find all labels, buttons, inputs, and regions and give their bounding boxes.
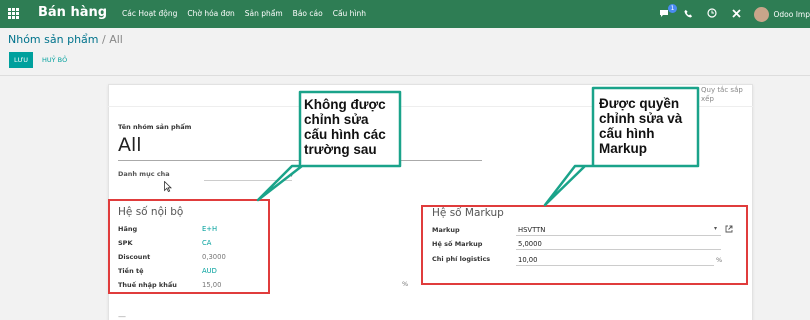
callout-right-line-1: Được quyền (599, 96, 680, 111)
callout-left-text: Không được chỉnh sửa cấu hình các trường… (304, 97, 386, 157)
callout-left-line-1: Không được (304, 97, 386, 112)
callout-left-line-3: cấu hình các (304, 127, 386, 142)
callout-right-text: Được quyền chỉnh sửa và cấu hình Markup (599, 96, 682, 156)
callout-shapes (256, 86, 700, 207)
callout-right-line-4: Markup (599, 141, 648, 156)
callout-left-line-2: chỉnh sửa (304, 112, 369, 127)
callout-left-line-4: trường sau (304, 142, 377, 157)
callout-right-line-2: chỉnh sửa và (599, 111, 683, 126)
callout-right-line-3: cấu hình (599, 126, 655, 141)
